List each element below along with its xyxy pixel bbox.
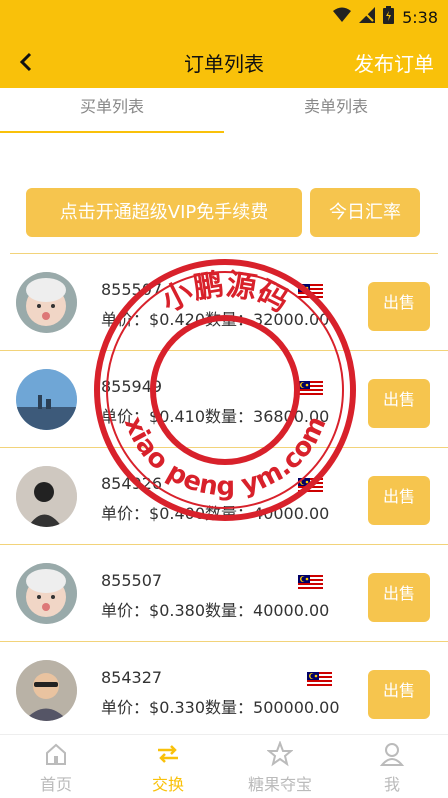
- nav-candy-treasure-label: 糖果夺宝: [247, 775, 312, 794]
- watermark-stamp: 小鹏源码 xiao peng ym.com: [90, 255, 360, 525]
- bottom-nav: 首页 交换 糖果夺宝 我: [0, 734, 448, 797]
- chevron-left-icon: [19, 52, 32, 72]
- home-icon: [43, 741, 69, 767]
- order-id: 855507: [101, 571, 163, 590]
- status-bar: 5:38: [0, 0, 448, 33]
- status-time: 5:38: [402, 7, 438, 27]
- order-detail: 单价：$0.330数量：500000.00: [101, 694, 340, 718]
- quantity-value: 500000.00: [253, 698, 340, 717]
- nav-me[interactable]: 我: [336, 735, 448, 798]
- exchange-rate-button[interactable]: 今日汇率: [310, 188, 420, 237]
- order-row: 854327 单价：$0.330数量：500000.00 出售: [0, 642, 448, 739]
- nav-exchange[interactable]: 交换: [112, 735, 224, 798]
- exchange-icon: [155, 741, 181, 767]
- order-row: 855507 单价：$0.380数量：40000.00 出售: [0, 545, 448, 642]
- sell-button[interactable]: 出售: [368, 670, 430, 719]
- sell-button[interactable]: 出售: [368, 476, 430, 525]
- signal-icon: [359, 7, 376, 27]
- price-label: 单价：: [101, 698, 150, 717]
- watermark-bottom-text: xiao peng ym.com: [118, 412, 333, 502]
- nav-home-label: 首页: [39, 775, 72, 794]
- star-icon: [266, 740, 294, 767]
- order-id: 854327: [101, 668, 163, 687]
- sell-button[interactable]: 出售: [368, 282, 430, 331]
- wifi-icon: [333, 7, 352, 27]
- tab-sell-list[interactable]: 卖单列表: [224, 88, 448, 134]
- nav-bar: 订单列表 发布订单: [0, 33, 448, 88]
- sell-button[interactable]: 出售: [368, 379, 430, 428]
- quantity-label: 数量：: [205, 698, 254, 717]
- battery-icon: [383, 6, 395, 28]
- malaysia-flag-icon: [307, 671, 332, 686]
- nav-me-label: 我: [383, 775, 400, 794]
- price-value: $0.380: [149, 601, 205, 620]
- nav-exchange-label: 交换: [151, 775, 184, 794]
- avatar: [16, 660, 77, 721]
- nav-home[interactable]: 首页: [0, 735, 112, 798]
- vip-button[interactable]: 点击开通超级VIP免手续费: [26, 188, 302, 237]
- nav-candy-treasure[interactable]: 糖果夺宝: [224, 735, 336, 798]
- svg-text:小鹏源码: 小鹏源码: [156, 267, 294, 319]
- malaysia-flag-icon: [298, 574, 323, 589]
- action-buttons: 点击开通超级VIP免手续费 今日汇率: [0, 188, 448, 238]
- avatar: [16, 369, 77, 430]
- price-value: $0.330: [149, 698, 205, 717]
- user-icon: [379, 741, 405, 767]
- publish-order-button[interactable]: 发布订单: [354, 33, 434, 88]
- avatar: [16, 563, 77, 624]
- order-detail: 单价：$0.380数量：40000.00: [101, 597, 329, 621]
- quantity-label: 数量：: [205, 601, 254, 620]
- price-label: 单价：: [101, 601, 150, 620]
- sell-button[interactable]: 出售: [368, 573, 430, 622]
- watermark-top-text: 小鹏源码: [156, 267, 294, 319]
- svg-text:xiao peng ym.com: xiao peng ym.com: [118, 412, 333, 502]
- tab-buy-list[interactable]: 买单列表: [0, 88, 224, 134]
- avatar: [16, 272, 77, 333]
- avatar: [16, 466, 77, 527]
- quantity-value: 40000.00: [253, 601, 330, 620]
- back-button[interactable]: [16, 51, 38, 73]
- tab-bar: 买单列表 卖单列表: [0, 88, 448, 134]
- active-tab-indicator: [0, 131, 224, 133]
